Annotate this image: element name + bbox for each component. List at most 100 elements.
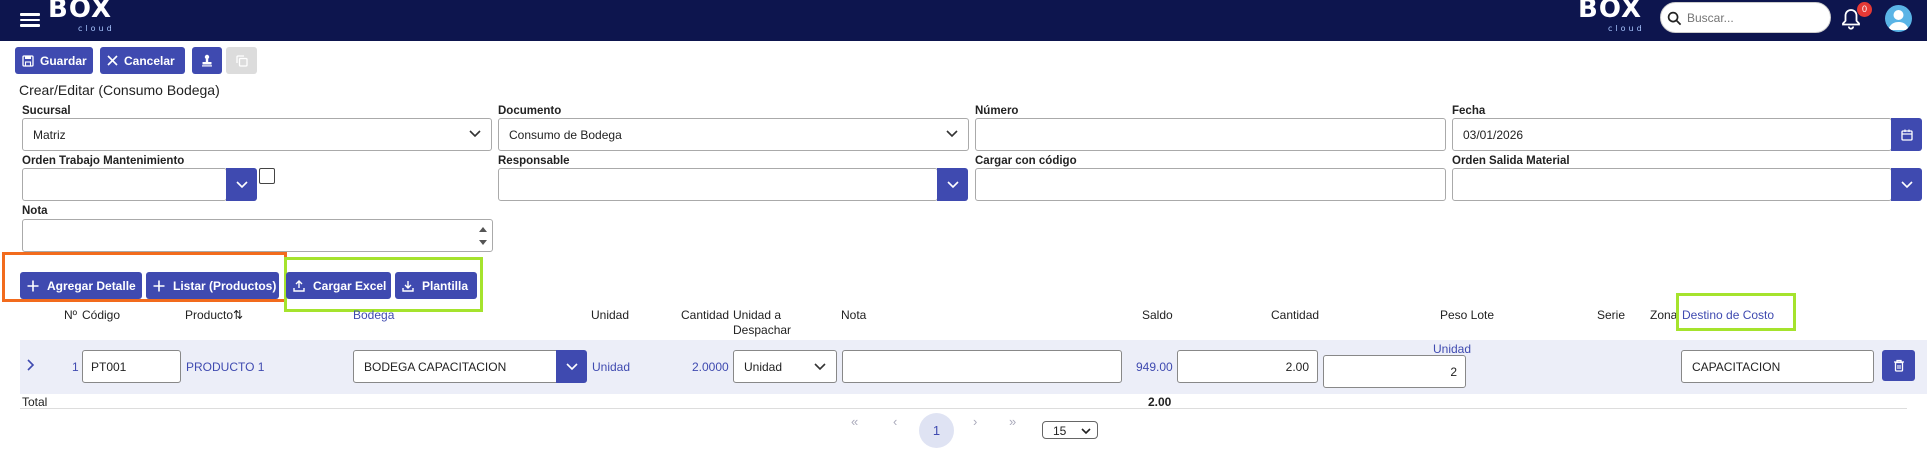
page-title: Crear/Editar (Consumo Bodega): [19, 82, 220, 98]
sucursal-value: Matriz: [33, 128, 66, 142]
search-box[interactable]: [1660, 2, 1831, 33]
add-detail-label: Agregar Detalle: [47, 278, 136, 293]
page-size-select[interactable]: 15: [1042, 421, 1098, 439]
col-serie: Serie: [1597, 308, 1626, 322]
sort-icon[interactable]: ⇅: [233, 308, 243, 322]
fecha-value: 03/01/2026: [1463, 128, 1524, 142]
user-icon: [1888, 10, 1909, 30]
user-avatar[interactable]: [1885, 5, 1912, 32]
row-codigo-value: PT001: [91, 360, 127, 374]
orden-salida-label: Orden Salida Material: [1452, 155, 1570, 167]
row-nota-input[interactable]: [842, 350, 1122, 383]
row-bodega-value: BODEGA CAPACITACION: [364, 360, 507, 374]
search-icon: [1667, 11, 1682, 26]
upload-icon: [293, 279, 305, 292]
template-label: Plantilla: [422, 278, 469, 293]
col-cantidad: Cantidad: [681, 308, 730, 322]
row-codigo-input[interactable]: PT001: [82, 350, 181, 383]
plus-icon: [27, 280, 39, 291]
row-bodega-dropdown-button[interactable]: [556, 350, 587, 383]
top-navbar: BOXcloud BOXcloud 0: [0, 0, 1927, 41]
save-icon: [22, 54, 34, 67]
col-nota: Nota: [841, 308, 867, 322]
upload-excel-button[interactable]: Cargar Excel: [286, 272, 391, 299]
col-saldo: Saldo: [1142, 308, 1173, 322]
calendar-icon: [1900, 129, 1913, 141]
col-unidad-despachar-line2: Despachar: [733, 323, 792, 337]
menu-icon[interactable]: [20, 10, 40, 30]
responsable-dropdown-button[interactable]: [937, 168, 968, 201]
documento-value: Consumo de Bodega: [509, 128, 622, 142]
row-cantidad-value: 2.00: [1285, 360, 1309, 374]
table-row: 1 PT001 PRODUCTO 1 BODEGA CAPACITACION U…: [20, 340, 1927, 394]
cancel-label: Cancelar: [124, 53, 175, 68]
row-peso-unidad: Unidad: [1433, 342, 1472, 356]
logo[interactable]: BOX cloud: [48, 0, 112, 33]
orden-trabajo-checkbox[interactable]: [259, 168, 275, 184]
row-producto-link[interactable]: PRODUCTO 1: [186, 360, 264, 374]
row-saldo: 949.00: [1136, 360, 1173, 374]
page-current[interactable]: 1: [919, 413, 954, 448]
save-label: Guardar: [40, 53, 87, 68]
orden-salida-dropdown-button[interactable]: [1891, 168, 1922, 201]
page-next-button[interactable]: ›: [973, 414, 977, 429]
row-unidad: Unidad: [592, 360, 631, 374]
numero-input[interactable]: [975, 118, 1446, 151]
responsable-label: Responsable: [498, 155, 570, 167]
row-peso-input[interactable]: 2: [1323, 355, 1466, 388]
col-num: Nº: [64, 308, 78, 322]
fecha-input[interactable]: 03/01/2026: [1452, 118, 1892, 151]
save-button[interactable]: Guardar: [15, 47, 93, 74]
total-label: Total: [22, 395, 48, 409]
copy-icon: [235, 54, 248, 67]
notification-badge: 0: [1857, 2, 1872, 17]
total-value: 2.00: [1148, 395, 1172, 409]
col-unidad-despachar: Unidad a Despachar: [733, 308, 791, 338]
page-first-button[interactable]: «: [851, 414, 858, 429]
chevron-down-icon: [1081, 428, 1091, 435]
chevron-right-icon[interactable]: [27, 359, 35, 371]
orden-salida-select[interactable]: [1452, 168, 1892, 201]
template-button[interactable]: Plantilla: [395, 272, 477, 299]
chevron-down-icon: [1900, 180, 1913, 188]
search-input[interactable]: [1687, 9, 1822, 27]
calendar-button[interactable]: [1891, 118, 1922, 151]
page-last-button[interactable]: »: [1009, 414, 1016, 429]
download-icon: [402, 280, 414, 292]
chevron-down-icon: [469, 130, 481, 138]
cargar-codigo-input[interactable]: [975, 168, 1446, 201]
documento-select[interactable]: Consumo de Bodega: [498, 118, 969, 151]
page-prev-button[interactable]: ‹: [893, 414, 897, 429]
chevron-down-icon: [814, 363, 826, 371]
row-unidad-despachar-value: Unidad: [744, 360, 783, 374]
spinner-icon[interactable]: [477, 223, 489, 249]
responsable-select[interactable]: [498, 168, 938, 201]
row-delete-button[interactable]: [1882, 350, 1915, 381]
col-bodega[interactable]: Bodega: [353, 308, 394, 322]
divider: [20, 408, 1907, 409]
numero-label: Número: [975, 105, 1019, 117]
row-destino-input[interactable]: CAPACITACION: [1681, 350, 1874, 383]
copy-button[interactable]: [226, 47, 257, 74]
col-unidad: Unidad: [591, 308, 630, 322]
row-bodega-select[interactable]: BODEGA CAPACITACION: [353, 350, 557, 383]
nota-textarea[interactable]: [22, 219, 493, 252]
extra-action-button[interactable]: [192, 47, 222, 74]
row-cantidad-input[interactable]: 2.00: [1177, 350, 1318, 383]
orden-trabajo-dropdown-button[interactable]: [226, 168, 257, 201]
list-products-button[interactable]: Listar (Productos): [146, 272, 279, 299]
sucursal-select[interactable]: Matriz: [22, 118, 492, 151]
orden-trabajo-select[interactable]: [22, 168, 227, 201]
col-producto-label: Producto: [185, 308, 234, 322]
chevron-down-icon: [946, 180, 959, 188]
row-unidad-despachar-select[interactable]: Unidad: [733, 350, 837, 383]
col-codigo[interactable]: Código: [82, 308, 120, 322]
upload-excel-label: Cargar Excel: [313, 278, 387, 293]
orden-trabajo-label: Orden Trabajo Mantenimiento: [22, 155, 185, 167]
cargar-codigo-label: Cargar con código: [975, 155, 1077, 167]
close-icon: [107, 55, 118, 66]
col-zona: Zona: [1650, 308, 1678, 322]
col-producto[interactable]: Producto⇅: [185, 308, 243, 322]
add-detail-button[interactable]: Agregar Detalle: [20, 272, 142, 299]
cancel-button[interactable]: Cancelar: [100, 47, 185, 74]
